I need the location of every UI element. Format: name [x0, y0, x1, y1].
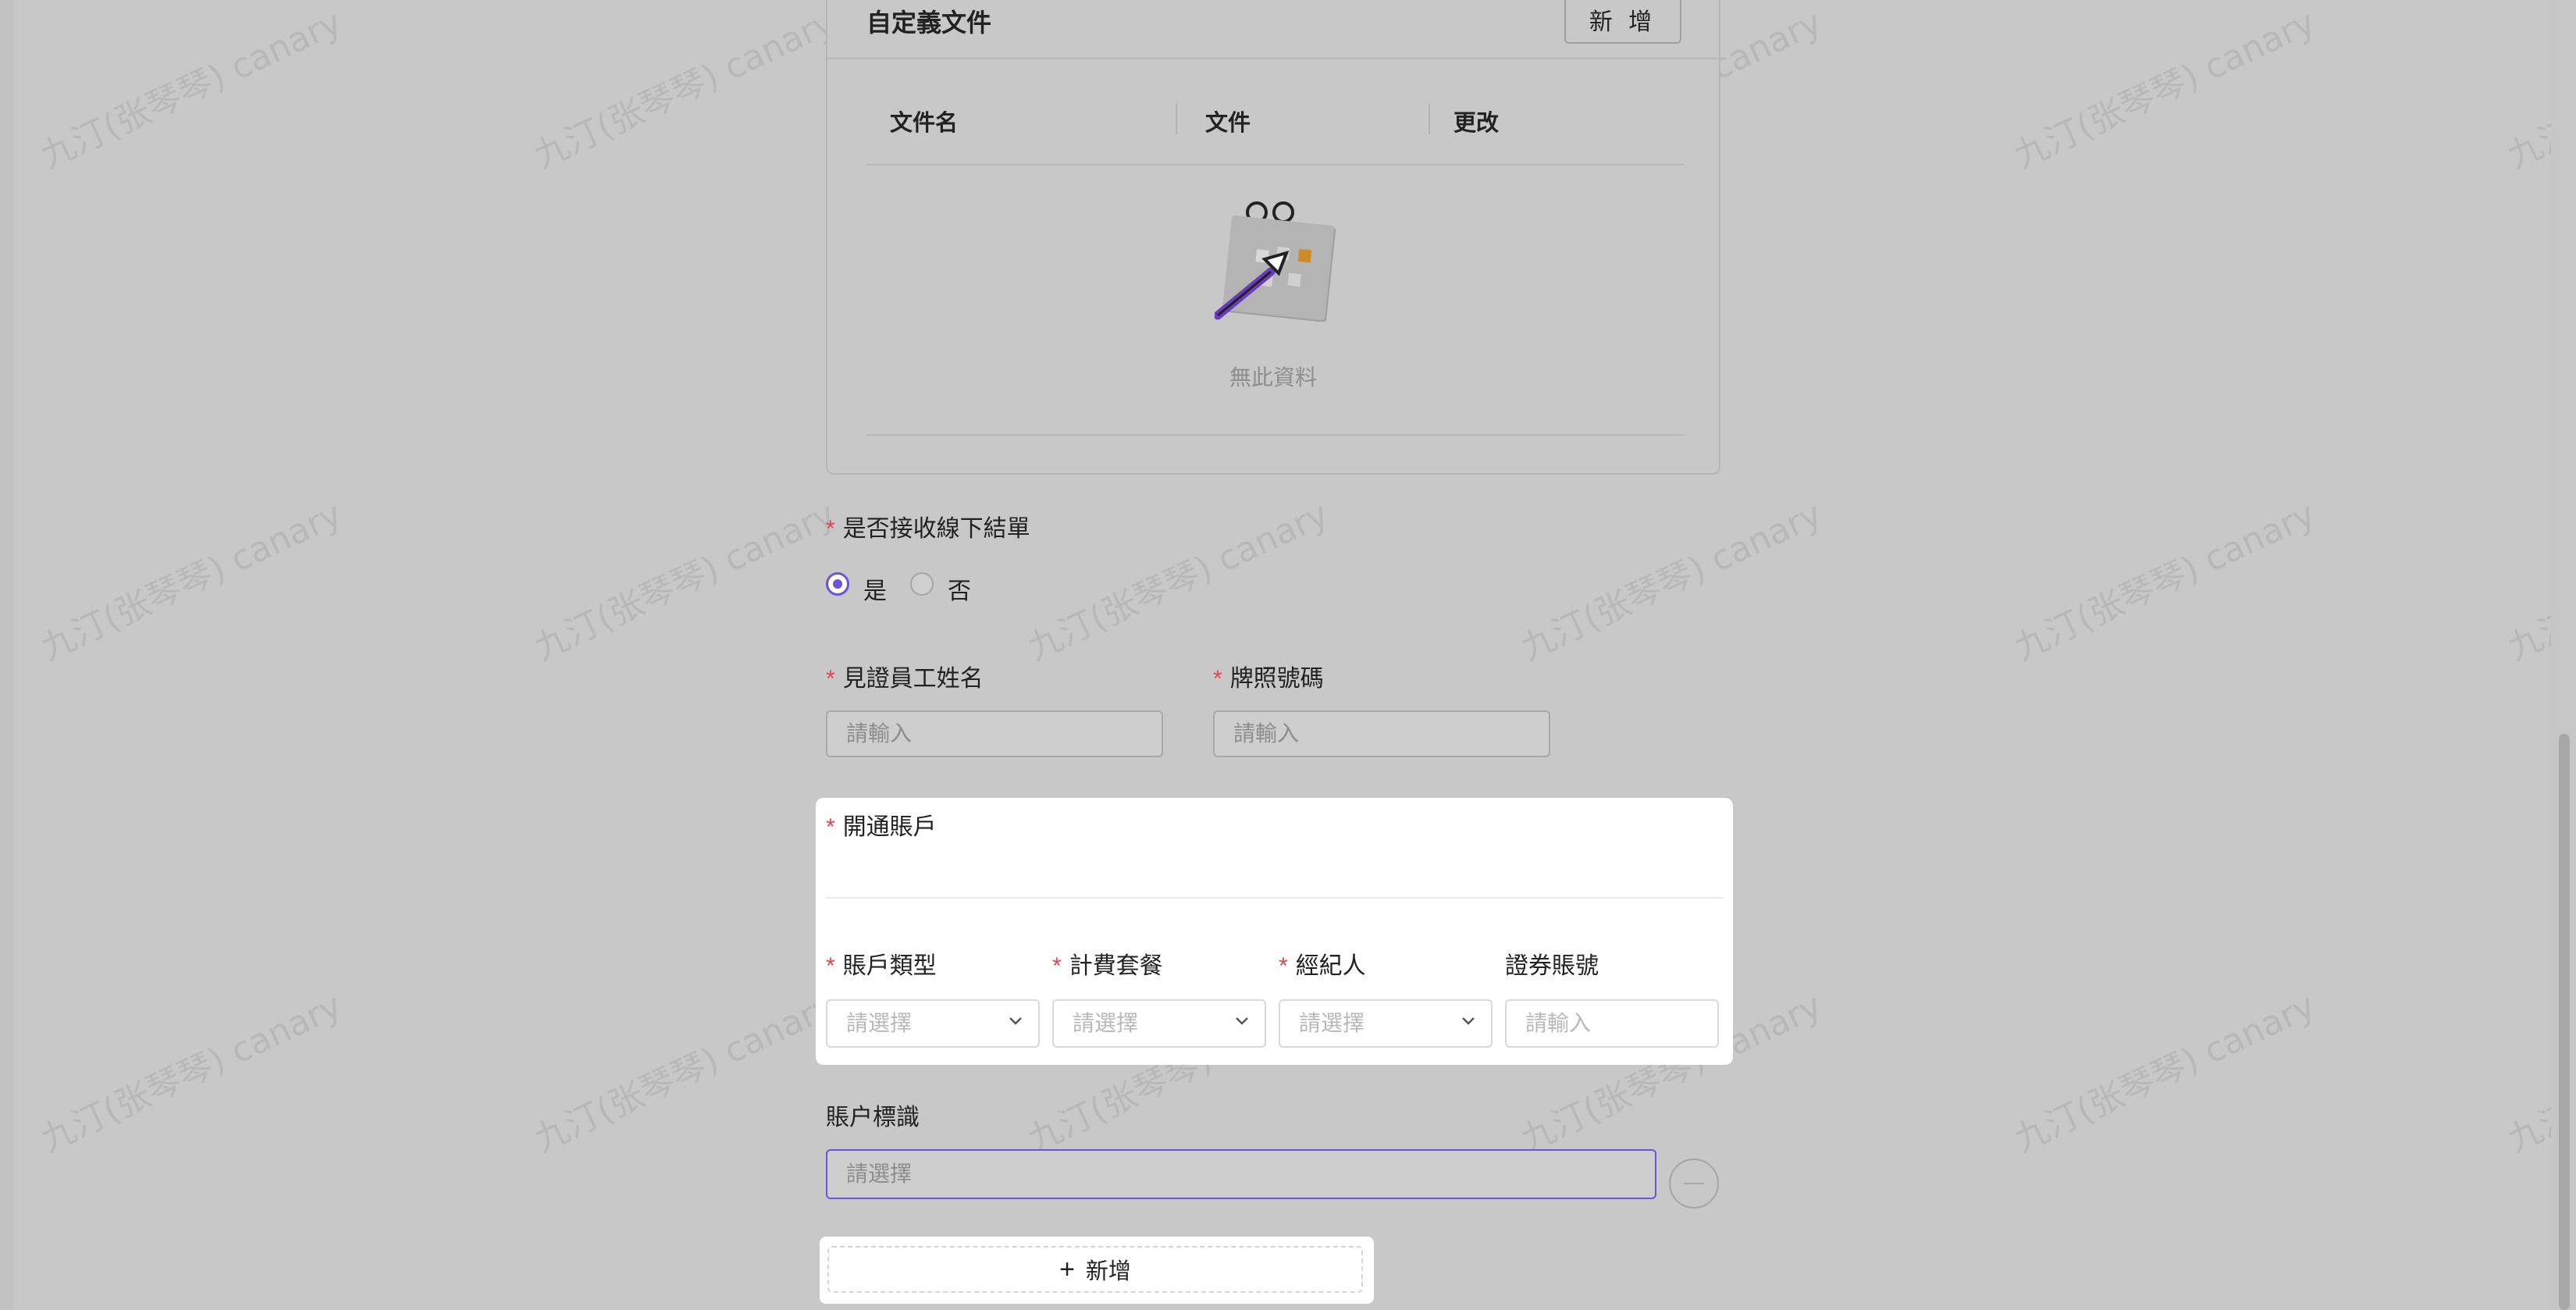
witness-name-label: * 見證員工姓名 — [826, 659, 984, 693]
table-header: 文件名 文件 更改 — [866, 86, 1685, 166]
open-account-panel: * 開通賬戶 * 賬戶類型 請選擇 * 計費套餐 請選擇 * 經紀人 請選擇 證券賬號 … — [816, 798, 1733, 1065]
chevron-down-icon — [1462, 1017, 1475, 1025]
radio-no[interactable] — [910, 572, 934, 596]
required-mark: * — [826, 814, 835, 840]
left-gutter — [0, 0, 14, 1310]
select-placeholder: 請選擇 — [1073, 1011, 1139, 1035]
label-text: 計費套餐 — [1069, 953, 1163, 979]
add-new-label: 新增 — [1085, 1259, 1131, 1284]
select-placeholder: 請選擇 — [1299, 1011, 1365, 1035]
add-new-button[interactable]: + 新增 — [827, 1246, 1363, 1293]
label-text: 是否接收線下結單 — [842, 516, 1030, 542]
label-text: 牌照號碼 — [1229, 666, 1324, 692]
billing-plan-select[interactable]: 請選擇 — [1052, 999, 1266, 1048]
required-mark: * — [826, 953, 835, 979]
broker-select[interactable]: 請選擇 — [1279, 999, 1493, 1048]
add-document-button[interactable]: 新 增 — [1564, 0, 1681, 44]
offline-settlement-label: * 是否接收線下結單 — [826, 509, 1030, 543]
license-number-input[interactable]: 請輸入 — [1213, 710, 1550, 757]
column-header-file: 文件 — [1205, 111, 1251, 136]
scrollbar-track[interactable] — [2551, 0, 2576, 1310]
label-text: 開通賬戶 — [842, 814, 937, 840]
account-tag-label: 賬户標識 — [826, 1105, 920, 1130]
broker-label: * 經紀人 — [1279, 946, 1366, 981]
divider — [866, 434, 1685, 436]
radio-no-label[interactable]: 否 — [948, 571, 971, 606]
empty-state: 無此資料 — [827, 181, 1719, 415]
select-placeholder: 請選擇 — [846, 1011, 913, 1035]
chevron-down-icon — [1009, 1017, 1022, 1025]
empty-text: 無此資料 — [1229, 365, 1317, 390]
column-separator — [1429, 103, 1430, 134]
securities-account-label: 證券賬號 — [1505, 953, 1599, 979]
empty-illustration-icon — [1215, 201, 1336, 322]
label-text: 經紀人 — [1295, 953, 1366, 979]
required-mark: * — [1052, 953, 1062, 979]
scrollbar-thumb[interactable] — [2559, 734, 2570, 1310]
card-header: 自定義文件 新 增 — [827, 0, 1719, 59]
required-mark: * — [1213, 666, 1222, 692]
radio-yes[interactable] — [826, 572, 849, 596]
column-header-filename: 文件名 — [890, 111, 959, 136]
account-type-select[interactable]: 請選擇 — [826, 999, 1040, 1048]
account-tag-select[interactable]: 請選擇 — [826, 1149, 1656, 1199]
radio-yes-label[interactable]: 是 — [863, 571, 887, 606]
divider — [826, 897, 1723, 899]
label-text: 見證員工姓名 — [842, 666, 984, 692]
card-title: 自定義文件 — [866, 9, 992, 37]
chevron-down-icon — [1236, 1017, 1248, 1025]
custom-documents-card: 自定義文件 新 增 文件名 文件 更改 無此資料 — [826, 0, 1720, 475]
label-text: 賬戶類型 — [842, 953, 937, 979]
required-mark: * — [1279, 953, 1288, 979]
required-mark: * — [826, 516, 835, 542]
billing-plan-label: * 計費套餐 — [1052, 946, 1163, 981]
open-account-label: * 開通賬戶 — [826, 807, 937, 842]
account-type-label: * 賬戶類型 — [826, 946, 937, 981]
column-separator — [1176, 103, 1177, 134]
add-panel: + 新增 — [820, 1237, 1374, 1304]
column-header-change: 更改 — [1453, 111, 1500, 136]
witness-name-input[interactable]: 請輸入 — [826, 710, 1163, 757]
remove-account-button[interactable] — [1669, 1159, 1719, 1209]
license-number-label: * 牌照號碼 — [1213, 659, 1324, 693]
plus-icon: + — [1059, 1255, 1075, 1284]
required-mark: * — [826, 666, 835, 692]
securities-account-input[interactable]: 請輸入 — [1505, 999, 1719, 1048]
